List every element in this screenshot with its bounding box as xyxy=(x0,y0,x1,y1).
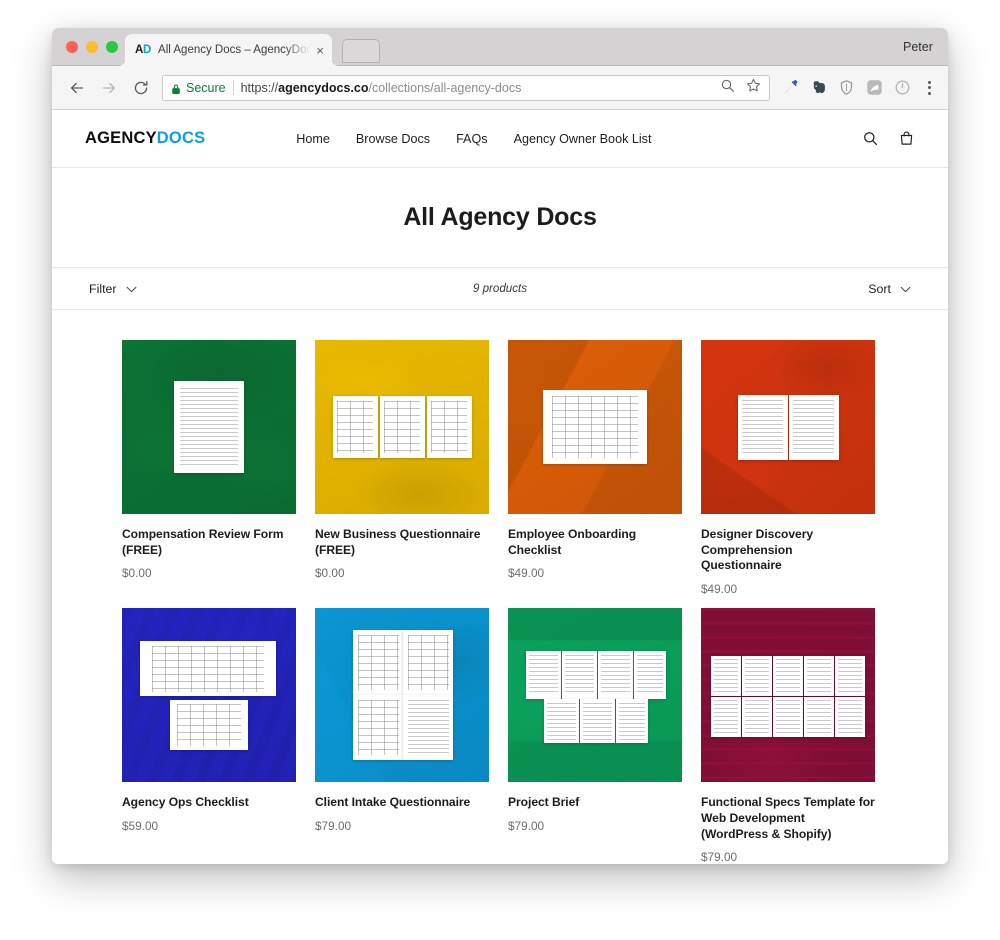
product-card[interactable]: Client Intake Questionnaire $79.00 xyxy=(315,608,489,863)
product-title[interactable]: Designer Discovery Comprehension Questio… xyxy=(701,527,875,574)
nav-item-home[interactable]: Home xyxy=(296,132,330,146)
profile-name[interactable]: Peter xyxy=(903,40,986,54)
product-price: $79.00 xyxy=(315,818,352,833)
minimize-window-button[interactable] xyxy=(86,41,98,53)
site-logo[interactable]: AGENCYDOCS xyxy=(85,129,205,148)
product-title[interactable]: Compensation Review Form (FREE) xyxy=(122,527,296,558)
product-card[interactable]: Functional Specs Template for Web Develo… xyxy=(701,608,875,863)
product-thumbnail[interactable] xyxy=(508,340,682,514)
product-title[interactable]: Client Intake Questionnaire xyxy=(315,795,489,811)
favicon-icon: AD xyxy=(135,44,152,56)
product-thumbnail[interactable] xyxy=(701,340,875,514)
document-preview xyxy=(122,340,296,514)
product-thumbnail[interactable] xyxy=(122,608,296,783)
product-card[interactable]: Agency Ops Checklist $59.00 xyxy=(122,608,296,863)
kebab-menu-icon[interactable] xyxy=(922,80,936,95)
shield-icon[interactable] xyxy=(838,79,855,96)
filter-dropdown[interactable]: Filter xyxy=(89,282,137,296)
main-navigation: Home Browse Docs FAQs Agency Owner Book … xyxy=(296,132,651,146)
address-bar[interactable]: Secure https://agencydocs.co/collections… xyxy=(162,74,770,101)
lock-icon xyxy=(171,82,181,94)
document-preview xyxy=(508,608,682,782)
product-title[interactable]: Agency Ops Checklist xyxy=(122,795,296,811)
omnibox-divider xyxy=(232,80,234,95)
product-thumbnail[interactable] xyxy=(122,340,296,514)
product-price: $59.00 xyxy=(122,818,159,833)
window-controls xyxy=(66,41,118,53)
collection-toolbar: Filter 9 products Sort xyxy=(52,267,948,310)
back-arrow-icon[interactable] xyxy=(68,79,86,97)
chevron-down-icon xyxy=(900,282,911,296)
product-card[interactable]: Project Brief $79.00 xyxy=(508,608,682,863)
product-thumbnail[interactable] xyxy=(315,340,489,514)
forward-arrow-icon[interactable] xyxy=(100,79,118,97)
product-title[interactable]: Functional Specs Template for Web Develo… xyxy=(701,795,875,842)
browser-window: AD All Agency Docs – AgencyDocs × Secure xyxy=(52,28,948,864)
product-title[interactable]: New Business Questionnaire (FREE) xyxy=(315,527,489,558)
site-header: AGENCYDOCS Home Browse Docs FAQs Agency … xyxy=(52,110,948,168)
document-preview xyxy=(508,340,682,514)
browser-tab-strip: AD All Agency Docs – AgencyDocs × xyxy=(52,28,948,66)
maximize-window-button[interactable] xyxy=(106,41,118,53)
product-card[interactable]: Employee Onboarding Checklist $49.00 xyxy=(508,340,682,596)
url-text: https://agencydocs.co/collections/all-ag… xyxy=(240,80,522,95)
product-count: 9 products xyxy=(472,282,528,295)
tab-title: All Agency Docs – AgencyDocs xyxy=(158,44,313,56)
chevron-down-icon xyxy=(126,282,137,296)
header-actions xyxy=(862,130,915,147)
document-preview xyxy=(701,340,875,514)
product-price: $0.00 xyxy=(315,566,345,581)
product-card[interactable]: Compensation Review Form (FREE) $0.00 xyxy=(122,340,296,596)
document-preview xyxy=(315,608,489,782)
elephant-icon[interactable] xyxy=(810,79,827,96)
product-card[interactable]: New Business Questionnaire (FREE) $0.00 xyxy=(315,340,489,596)
new-tab-button[interactable] xyxy=(342,39,380,63)
extension-icons xyxy=(780,79,936,96)
document-preview xyxy=(315,340,489,514)
nav-item-faqs[interactable]: FAQs xyxy=(456,132,488,146)
search-icon[interactable] xyxy=(862,130,879,147)
sort-dropdown[interactable]: Sort xyxy=(868,282,911,296)
product-thumbnail[interactable] xyxy=(315,608,489,783)
browser-tab-active[interactable]: AD All Agency Docs – AgencyDocs × xyxy=(125,34,332,66)
secure-label: Secure xyxy=(186,80,226,95)
document-preview xyxy=(122,608,296,782)
product-price: $49.00 xyxy=(701,582,738,597)
product-title[interactable]: Employee Onboarding Checklist xyxy=(508,527,682,558)
nav-item-agency-owner-book-list[interactable]: Agency Owner Book List xyxy=(514,132,652,146)
product-price: $49.00 xyxy=(508,566,545,581)
browser-toolbar: Secure https://agencydocs.co/collections… xyxy=(52,66,948,110)
star-icon[interactable] xyxy=(746,78,761,98)
omnibox-icons xyxy=(720,78,761,98)
product-title[interactable]: Project Brief xyxy=(508,795,682,811)
sort-label: Sort xyxy=(868,281,891,296)
navigation-buttons xyxy=(68,79,150,97)
nav-item-browse-docs[interactable]: Browse Docs xyxy=(356,132,430,146)
product-thumbnail[interactable] xyxy=(701,608,875,783)
page-title: All Agency Docs xyxy=(403,203,597,231)
reload-icon[interactable] xyxy=(132,79,150,97)
filter-label: Filter xyxy=(89,281,117,296)
rounded-square-icon[interactable] xyxy=(866,79,883,96)
magnifier-icon[interactable] xyxy=(720,78,735,98)
shopping-bag-icon[interactable] xyxy=(898,130,915,147)
close-tab-icon[interactable]: × xyxy=(314,44,326,57)
page-hero: All Agency Docs xyxy=(52,168,948,267)
close-window-button[interactable] xyxy=(66,41,78,53)
document-preview xyxy=(701,608,875,782)
product-price: $79.00 xyxy=(701,850,738,863)
product-price: $79.00 xyxy=(508,818,545,833)
product-card[interactable]: Designer Discovery Comprehension Questio… xyxy=(701,340,875,596)
clock-icon[interactable] xyxy=(894,79,911,96)
eyedropper-icon[interactable] xyxy=(782,79,799,96)
product-thumbnail[interactable] xyxy=(508,608,682,783)
page-viewport: AGENCYDOCS Home Browse Docs FAQs Agency … xyxy=(52,110,948,863)
product-grid: Compensation Review Form (FREE) $0.00 Ne… xyxy=(52,310,948,863)
product-price: $0.00 xyxy=(122,566,152,581)
